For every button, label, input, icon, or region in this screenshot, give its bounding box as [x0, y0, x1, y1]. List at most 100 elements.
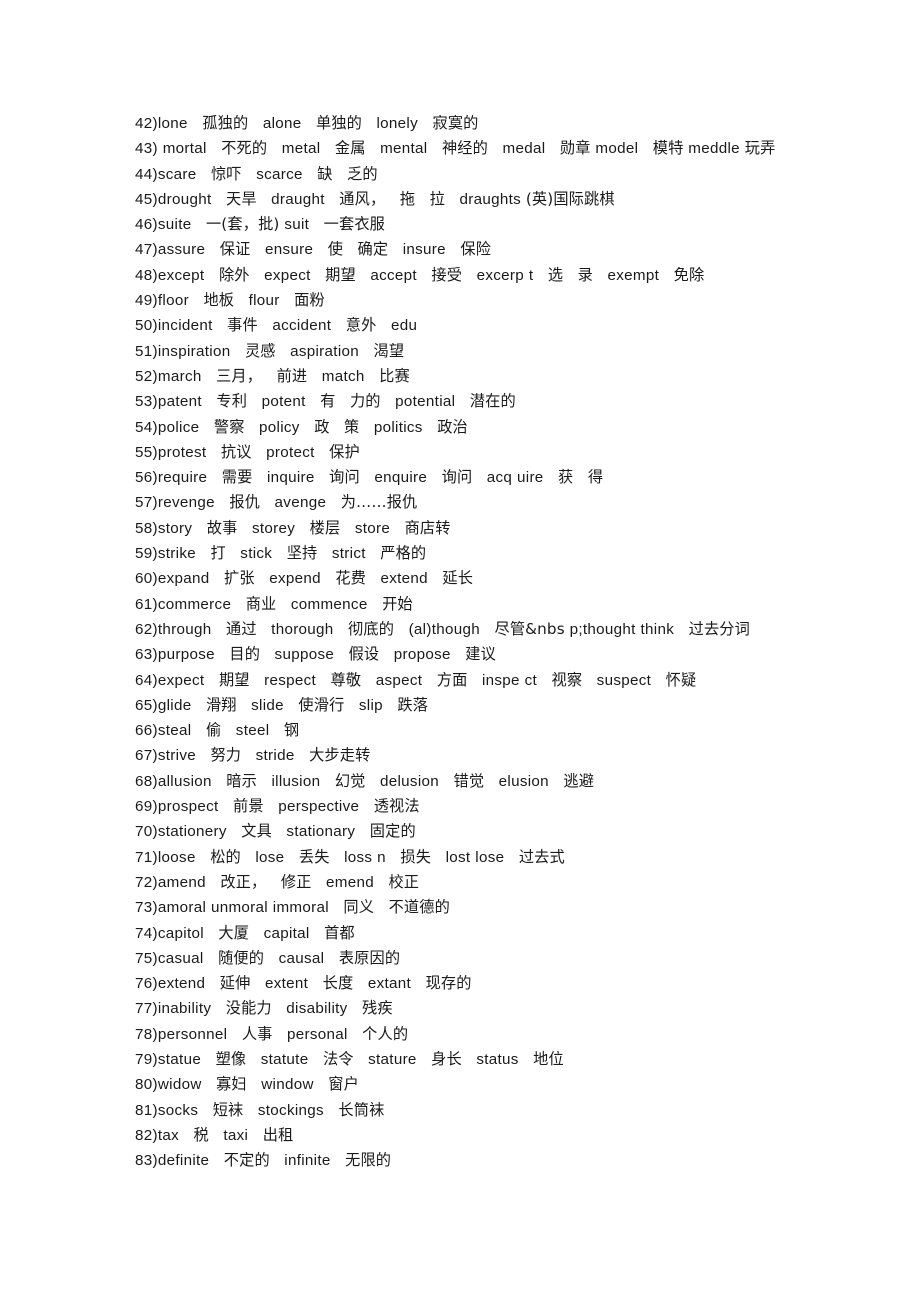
entry-number: 63): [135, 646, 158, 664]
entry-number: 42): [135, 115, 158, 132]
token-gap: [333, 166, 347, 183]
token-gap: [519, 1051, 533, 1068]
chinese-gloss: 楼层: [309, 518, 341, 537]
english-word: lose: [475, 848, 505, 866]
english-word: uire: [517, 469, 544, 487]
token-gap: [250, 672, 264, 689]
token-gap: [315, 469, 329, 486]
token-gap: [257, 621, 271, 638]
english-word: status: [476, 1050, 519, 1068]
token-gap: [379, 646, 393, 663]
chinese-gloss: 坚持: [286, 544, 318, 563]
token-gap: [191, 216, 205, 233]
english-word: lose: [255, 848, 285, 866]
entry-number: 64): [135, 671, 158, 689]
token-gap: [315, 444, 329, 461]
english-word: excerp: [476, 266, 524, 284]
token-gap: [258, 317, 272, 334]
entry-number: 65): [135, 696, 158, 714]
chinese-gloss: 抗议: [220, 442, 252, 461]
token-gap: [417, 1051, 431, 1068]
entry-number: 71): [135, 848, 158, 866]
english-word: suspect: [596, 671, 652, 689]
english-word: edu: [390, 317, 418, 335]
english-word: slip: [358, 696, 383, 714]
english-word: flour: [248, 292, 280, 310]
english-word: capitol: [157, 924, 204, 942]
token-gap: [340, 520, 354, 537]
english-word: scarce: [256, 165, 303, 183]
vocabulary-entry: 52)march 三月， 前进 match 比赛: [135, 364, 790, 389]
english-word: amend: [157, 873, 206, 891]
chinese-gloss: 同义: [343, 898, 375, 917]
entry-number: 75): [135, 949, 158, 967]
token-gap: [366, 773, 380, 790]
chinese-gloss: 使: [327, 240, 344, 259]
chinese-gloss: 扩张: [224, 569, 255, 588]
vocabulary-entry: 49)floor 地板 flour 面粉: [135, 288, 790, 313]
token-gap: [231, 596, 245, 613]
token-gap: [272, 1000, 286, 1017]
chinese-gloss: 询问: [329, 468, 360, 487]
english-word: purpose: [157, 646, 215, 664]
chinese-gloss: 尽管&nbs: [494, 619, 565, 638]
chinese-gloss: 潜在的: [469, 392, 516, 411]
english-word: mental: [380, 140, 428, 158]
chinese-gloss: 力的: [349, 392, 381, 411]
vocabulary-entry: 57)revenge 报仇 avenge 为……报仇: [135, 490, 790, 515]
english-word: disability: [286, 1000, 348, 1018]
chinese-gloss: 政: [314, 417, 330, 436]
entry-number: 79): [135, 1050, 158, 1068]
chinese-gloss: 得: [587, 468, 604, 487]
token-gap: [204, 672, 218, 689]
chinese-gloss: 塑像: [215, 1049, 247, 1068]
token-gap: [264, 798, 278, 815]
token-gap: [545, 140, 559, 157]
token-gap: [260, 494, 274, 511]
token-gap: [326, 494, 340, 511]
token-gap: [417, 267, 431, 284]
vocabulary-entry: 77)inability 没能力 disability 残疾: [135, 996, 790, 1021]
english-word: patent: [157, 393, 202, 411]
token-gap: [394, 621, 408, 638]
token-gap: [324, 950, 338, 967]
token-gap: [331, 1152, 345, 1169]
chinese-gloss: 滑翔: [205, 695, 237, 714]
token-gap: [320, 140, 334, 157]
token-gap: [427, 140, 441, 157]
token-gap: [204, 925, 218, 942]
chinese-gloss: 怀疑: [665, 670, 697, 689]
chinese-gloss: 逃避: [563, 771, 595, 790]
token-gap: [215, 494, 229, 511]
token-gap: [252, 469, 266, 486]
token-gap: [422, 672, 436, 689]
chinese-gloss: 延长: [442, 569, 474, 588]
english-word: expect: [264, 266, 311, 284]
english-word: acq: [486, 469, 513, 487]
chinese-gloss: 尊敬: [330, 670, 362, 689]
chinese-gloss: 偷: [205, 721, 222, 740]
token-gap: [386, 849, 400, 866]
vocabulary-entry: 54)police 警察 policy 政 策 politics 政治: [135, 415, 790, 440]
token-gap: [306, 393, 320, 410]
entry-number: 83): [135, 1152, 158, 1170]
english-word: steal: [157, 722, 192, 740]
entry-number: 50): [135, 317, 158, 335]
token-gap: [462, 1051, 476, 1068]
english-word: medal: [502, 140, 546, 158]
token-gap: [284, 697, 298, 714]
token-gap: [241, 849, 255, 866]
token-gap: [212, 773, 226, 790]
token-gap: [202, 1076, 216, 1093]
chinese-gloss: 改正，: [220, 872, 267, 891]
chinese-gloss: 故事: [206, 518, 238, 537]
english-word: aspect: [375, 671, 423, 689]
chinese-gloss: 个人的: [362, 1024, 409, 1043]
chinese-gloss: 目的: [229, 645, 261, 664]
chinese-gloss: 模特: [652, 139, 684, 158]
chinese-gloss: 假设: [348, 645, 380, 664]
token-gap: [198, 1102, 212, 1119]
token-gap: [549, 773, 563, 790]
english-word: inability: [157, 1000, 212, 1018]
chinese-gloss: 暗示: [226, 771, 257, 790]
